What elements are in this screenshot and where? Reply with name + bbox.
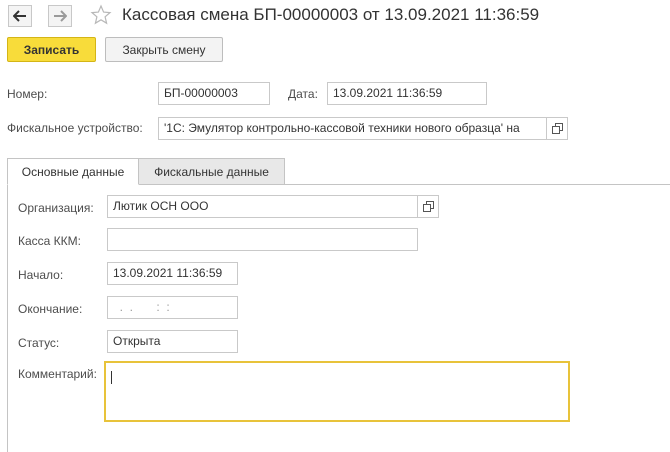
fiscal-device-open-button[interactable] bbox=[547, 117, 568, 140]
organization-open-button[interactable] bbox=[418, 195, 439, 218]
comment-label: Комментарий: bbox=[18, 367, 97, 381]
fiscal-device-label: Фискальное устройство: bbox=[7, 121, 143, 135]
number-field[interactable]: БП-00000003 bbox=[158, 82, 270, 105]
forward-button[interactable] bbox=[48, 5, 72, 27]
text-cursor bbox=[111, 371, 112, 384]
start-label: Начало: bbox=[18, 268, 64, 282]
close-shift-button[interactable]: Закрыть смену bbox=[105, 37, 223, 62]
organization-label: Организация: bbox=[18, 201, 94, 215]
number-label: Номер: bbox=[7, 87, 48, 101]
organization-field[interactable]: Лютик ОСН ООО bbox=[107, 195, 418, 218]
fiscal-device-field[interactable]: '1С: Эмулятор контрольно-кассовой техник… bbox=[158, 117, 547, 140]
open-form-icon bbox=[422, 201, 434, 212]
tab-panel-left-border bbox=[7, 184, 8, 452]
status-field[interactable]: Открыта bbox=[107, 330, 238, 353]
arrow-left-icon bbox=[13, 10, 26, 22]
end-label: Окончание: bbox=[18, 302, 83, 316]
status-label: Статус: bbox=[18, 336, 60, 350]
star-icon bbox=[90, 4, 112, 25]
tab-main-data[interactable]: Основные данные bbox=[7, 158, 139, 185]
date-label: Дата: bbox=[288, 87, 318, 101]
open-form-icon bbox=[551, 123, 563, 134]
end-field[interactable]: . . : : bbox=[107, 296, 238, 319]
arrow-right-icon bbox=[54, 10, 67, 22]
tab-fiscal-data[interactable]: Фискальные данные bbox=[138, 158, 285, 185]
page-title: Кассовая смена БП-00000003 от 13.09.2021… bbox=[122, 5, 540, 24]
back-button[interactable] bbox=[8, 5, 32, 27]
kkm-label: Касса ККМ: bbox=[18, 234, 81, 248]
date-field[interactable]: 13.09.2021 11:36:59 bbox=[327, 82, 487, 105]
favorite-star-button[interactable] bbox=[90, 4, 112, 26]
save-button[interactable]: Записать bbox=[7, 37, 96, 62]
kkm-field[interactable] bbox=[107, 228, 418, 251]
start-field[interactable]: 13.09.2021 11:36:59 bbox=[107, 262, 238, 285]
comment-textarea[interactable] bbox=[104, 361, 570, 422]
